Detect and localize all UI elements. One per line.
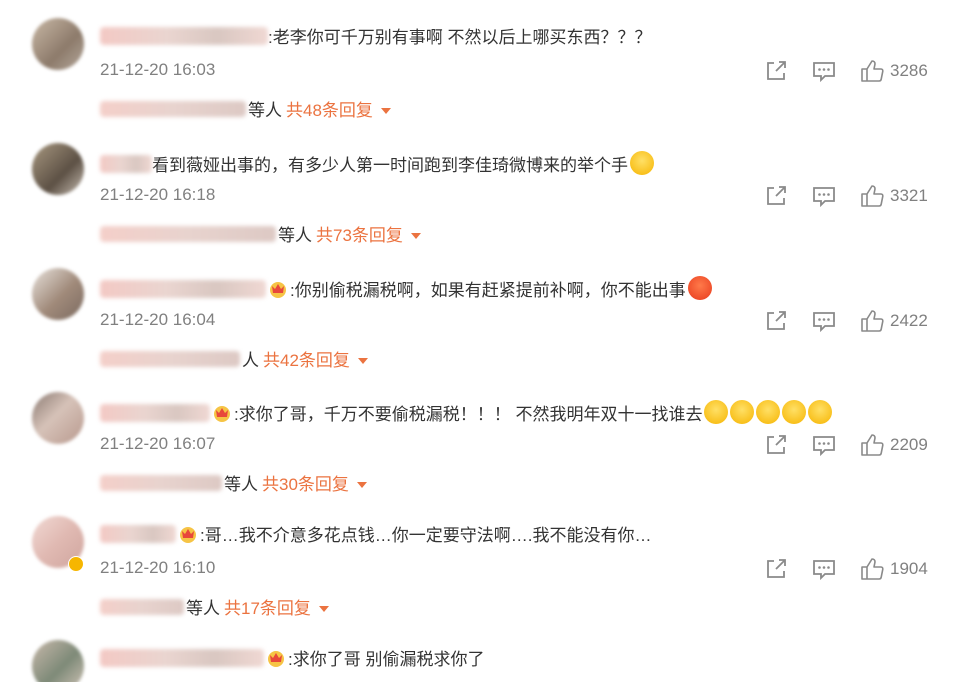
avatar[interactable]: [32, 268, 84, 320]
comment-item: :哥…我不介意多花点钱…你一定要守法啊….我不能没有你… 21-12-20 16…: [0, 498, 967, 622]
comment-item: :求你了哥 别偷漏税求你了: [0, 622, 967, 682]
like-count: 1904: [890, 559, 928, 578]
thumbs-up-icon[interactable]: [860, 309, 884, 333]
reply-names-redacted: [100, 226, 276, 242]
thumbs-up-icon[interactable]: [860, 557, 884, 581]
like-count: 2422: [890, 311, 928, 330]
reply-summary[interactable]: 人共42条回复: [100, 350, 368, 372]
caret-down-icon[interactable]: [410, 233, 421, 239]
comment-item: 看到薇娅出事的，有多少人第一时间跑到李佳琦微博来的举个手 21-12-20 16…: [0, 125, 967, 249]
comment-time: 21-12-20 16:03: [100, 60, 216, 79]
comment-actions: 2422: [764, 308, 934, 334]
comment-time: 21-12-20 16:07: [100, 434, 216, 453]
laugh-cry-emoji: [630, 151, 654, 175]
comment-item: :你别偷税漏税啊，如果有赶紧提前补啊，你不能出事 21-12-20 16:04 …: [0, 250, 967, 374]
share-icon[interactable]: [764, 557, 788, 581]
comment-text: :你别偷税漏税啊，如果有赶紧提前补啊，你不能出事: [290, 281, 686, 300]
caret-down-icon[interactable]: [356, 482, 367, 488]
like-count: 2209: [890, 435, 928, 454]
username-redacted[interactable]: [100, 649, 264, 667]
reply-etc: 等人: [248, 101, 282, 120]
comment-line: :求你了哥，千万不要偷税漏税！！！ 不然我明年双十一找谁去: [100, 400, 833, 424]
comment-line: 看到薇娅出事的，有多少人第一时间跑到李佳琦微博来的举个手: [100, 151, 654, 175]
username-redacted[interactable]: [100, 155, 152, 173]
username-redacted[interactable]: [100, 280, 266, 298]
reply-summary[interactable]: 等人 共17条回复: [100, 598, 329, 620]
comment-text: 看到薇娅出事的，有多少人第一时间跑到李佳琦微博来的举个手: [152, 156, 628, 175]
cry-emoji: [808, 400, 833, 424]
reply-total[interactable]: 共48条回复: [286, 101, 373, 120]
comment-line: :你别偷税漏税啊，如果有赶紧提前补啊，你不能出事: [100, 276, 712, 300]
cry-emoji: [704, 400, 729, 424]
share-icon[interactable]: [764, 59, 788, 83]
caret-down-icon[interactable]: [357, 358, 368, 364]
comment-icon[interactable]: [812, 433, 836, 457]
share-icon[interactable]: [764, 433, 788, 457]
cry-emoji: [756, 400, 781, 424]
comment-item: :求你了哥，千万不要偷税漏税！！！ 不然我明年双十一找谁去 21-12-20 1…: [0, 374, 967, 498]
thumbs-up-icon[interactable]: [860, 59, 884, 83]
comment-line: :哥…我不介意多花点钱…你一定要守法啊….我不能没有你…: [100, 524, 651, 548]
avatar[interactable]: [32, 18, 84, 70]
reply-etc: 等人: [224, 475, 258, 494]
comment-actions: 1904: [764, 556, 934, 582]
share-icon[interactable]: [764, 184, 788, 208]
thumbs-up-icon[interactable]: [860, 184, 884, 208]
username-redacted[interactable]: [100, 525, 176, 543]
comment-icon[interactable]: [812, 184, 836, 208]
comment-time: 21-12-20 16:18: [100, 185, 216, 204]
username-redacted[interactable]: [100, 27, 268, 45]
comment-text: :哥…我不介意多花点钱…你一定要守法啊….我不能没有你…: [200, 526, 652, 545]
member-badge-icon: [266, 648, 286, 668]
comment-time: 21-12-20 16:04: [100, 310, 216, 329]
member-badge-icon: [212, 403, 232, 423]
share-icon[interactable]: [764, 309, 788, 333]
comment-actions: 3321: [764, 183, 934, 209]
comment-time: 21-12-20 16:10: [100, 558, 216, 577]
reply-total[interactable]: 共73条回复: [316, 226, 403, 245]
comment-line: :求你了哥 别偷漏税求你了: [100, 648, 484, 672]
comment-text: :求你了哥 别偷漏税求你了: [288, 650, 485, 669]
avatar[interactable]: [32, 143, 84, 195]
reply-etc: 人: [242, 351, 259, 370]
comment-text: :求你了哥，千万不要偷税漏税！！！ 不然我明年双十一找谁去: [234, 405, 703, 424]
reply-summary[interactable]: 等人 共48条回复: [100, 100, 391, 122]
comment-actions: 2209: [764, 432, 934, 458]
comment-line: :老李你可千万别有事啊 不然以后上哪买东西？？？: [100, 26, 651, 50]
comment-icon[interactable]: [812, 557, 836, 581]
comment-actions: 3286: [764, 58, 934, 84]
reply-total[interactable]: 共42条回复: [263, 351, 350, 370]
reply-etc: 等人: [278, 226, 312, 245]
reply-names-redacted: [100, 599, 184, 615]
reply-summary[interactable]: 等人 共73条回复: [100, 225, 421, 247]
reply-total[interactable]: 共30条回复: [262, 475, 349, 494]
reply-summary[interactable]: 等人 共30条回复: [100, 474, 367, 496]
reply-total[interactable]: 共17条回复: [224, 599, 311, 618]
avatar[interactable]: [32, 392, 84, 444]
comment-text: :老李你可千万别有事啊 不然以后上哪买东西？？？: [268, 28, 652, 47]
thumbs-up-icon[interactable]: [860, 433, 884, 457]
verified-badge-icon: [68, 556, 84, 572]
username-redacted[interactable]: [100, 404, 210, 422]
comment-item: :老李你可千万别有事啊 不然以后上哪买东西？？？ 21-12-20 16:03 …: [0, 0, 967, 124]
member-badge-icon: [268, 279, 288, 299]
comment-icon[interactable]: [812, 59, 836, 83]
cry-emoji: [730, 400, 755, 424]
caret-down-icon[interactable]: [318, 606, 329, 612]
comment-icon[interactable]: [812, 309, 836, 333]
reply-names-redacted: [100, 351, 240, 367]
reply-names-redacted: [100, 475, 222, 491]
like-count: 3286: [890, 61, 928, 80]
avatar[interactable]: [32, 640, 84, 682]
member-badge-icon: [178, 524, 198, 544]
caret-down-icon[interactable]: [380, 108, 391, 114]
reply-names-redacted: [100, 101, 246, 117]
reply-etc: 等人: [186, 599, 220, 618]
cry-emoji: [782, 400, 807, 424]
angry-emoji: [687, 276, 712, 300]
like-count: 3321: [890, 186, 928, 205]
